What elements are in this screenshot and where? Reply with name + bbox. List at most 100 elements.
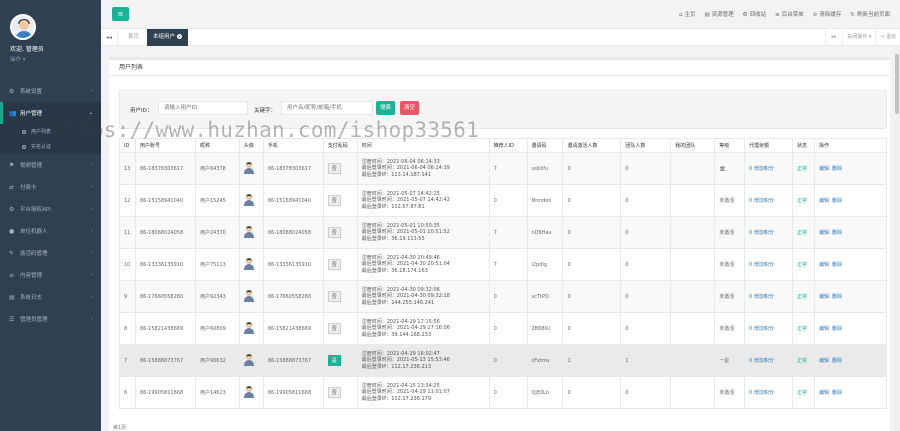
tab-home[interactable]: 首页 (122, 29, 145, 46)
user-avatar-icon[interactable] (243, 289, 254, 302)
user-avatar-icon[interactable] (243, 225, 254, 238)
top-link-4[interactable]: ⊘ 清除缓存 (813, 10, 842, 18)
sidebar-item-4[interactable]: ⚙ 平台授权API ‹ (0, 198, 101, 220)
edit-link[interactable]: 编辑 (819, 166, 829, 172)
top-link-3[interactable]: ≡ 后台菜单 (775, 10, 804, 18)
column-header[interactable]: 我的团队 (670, 138, 716, 153)
column-header[interactable]: 操作 (814, 138, 887, 153)
sidebar-item-label: 付费卡 (20, 185, 37, 191)
logout-button[interactable]: ↪ 退出 (875, 29, 900, 46)
column-header[interactable]: 团队人数 (620, 138, 672, 153)
add-points-link[interactable]: 0 增加积分 (749, 358, 774, 364)
edit-link[interactable]: 编辑 (819, 358, 829, 364)
keyword-input[interactable] (281, 101, 373, 115)
cell-times: 注册时间：2021-04-15 13:34:25 最后登录时间：2021-04-… (356, 376, 490, 409)
profile-menu[interactable]: 操作 ▾ (10, 55, 101, 63)
clear-button[interactable]: 清空 (400, 101, 420, 115)
table-row[interactable]: 13 86-18378303617 用户84378 86-18378303617… (119, 152, 887, 185)
sidebar-item-6[interactable]: ✎ 激活码管理 ‹ (0, 242, 101, 264)
sidebar-subitem-0[interactable]: 用户列表 (0, 124, 101, 139)
user-avatar-icon[interactable] (243, 321, 254, 334)
edit-link[interactable]: 编辑 (819, 326, 829, 332)
table-row[interactable]: 9 86-17660558280 用户92343 86-17660558280 … (119, 280, 887, 313)
cell-balance[interactable]: 0 增加积分 (744, 152, 794, 185)
menu-toggle-button[interactable]: ≡ (112, 7, 129, 21)
sidebar-item-0[interactable]: ⚙ 系统设置 ‹ (0, 80, 101, 102)
cell-balance[interactable]: 0 增加积分 (744, 184, 794, 217)
column-header[interactable]: 头像 (238, 138, 264, 153)
delete-link[interactable]: 删除 (832, 358, 842, 364)
sidebar-item-5[interactable]: ● 单位机器人 ‹ (0, 220, 101, 242)
cell-balance[interactable]: 0 增加积分 (744, 280, 794, 313)
column-header[interactable]: 支付乱码 (322, 138, 358, 153)
delete-link[interactable]: 删除 (832, 198, 842, 204)
column-header[interactable]: 代理余额 (744, 138, 794, 153)
delete-link[interactable]: 删除 (832, 166, 842, 172)
add-points-link[interactable]: 0 增加积分 (749, 198, 774, 204)
cell-balance[interactable]: 0 增加积分 (744, 216, 794, 249)
cell-balance[interactable]: 0 增加积分 (744, 312, 794, 345)
table-row[interactable]: 12 86-15158941040 用户15245 86-15158941040… (119, 184, 887, 217)
tab-prev-button[interactable]: ◂◂ (101, 29, 118, 46)
sidebar-item-9[interactable]: ☰ 管理员管理 ‹ (0, 308, 101, 330)
cell-balance[interactable]: 0 增加积分 (744, 248, 794, 281)
sidebar-item-3[interactable]: ⇄ 付费卡 ‹ (0, 176, 101, 198)
top-link-0[interactable]: ⌂ 主页 (679, 10, 696, 18)
edit-link[interactable]: 编辑 (819, 390, 829, 396)
table-row[interactable]: 8 86-15821438669 用户60809 86-15821438669 … (119, 312, 887, 345)
add-points-link[interactable]: 0 增加积分 (749, 262, 774, 268)
add-points-link[interactable]: 0 增加积分 (749, 166, 774, 172)
user-avatar-icon[interactable] (243, 385, 254, 398)
cell-level: 未激活 (714, 248, 746, 281)
column-header[interactable]: 时间 (356, 138, 490, 153)
cell-balance[interactable]: 0 增加积分 (744, 344, 794, 377)
cell-balance[interactable]: 0 增加积分 (744, 376, 794, 409)
edit-link[interactable]: 编辑 (819, 230, 829, 236)
table-row[interactable]: 6 86-19905811668 用户14623 86-19905811668 … (119, 376, 887, 409)
tab-next-button[interactable]: ▸▸ (825, 29, 842, 46)
top-link-2[interactable]: ♻ 回收站 (743, 10, 766, 18)
sidebar-subitem-1[interactable]: 实名认证 (0, 139, 101, 154)
sidebar-item-2[interactable]: ⚑ 视频管理 ‹ (0, 154, 101, 176)
avatar[interactable] (10, 14, 36, 40)
scrollbar[interactable] (894, 46, 900, 431)
column-header[interactable]: 邀请激活人数 (562, 138, 622, 153)
column-header[interactable]: 用户账号 (134, 138, 196, 153)
uid-input[interactable] (158, 101, 248, 115)
search-button[interactable]: 搜索 (376, 101, 396, 115)
delete-link[interactable]: 删除 (832, 326, 842, 332)
sidebar-item-7[interactable]: ≡ 内容管理 ‹ (0, 264, 101, 286)
column-header[interactable]: 手机 (262, 138, 324, 153)
top-link-1[interactable]: ▤ 资源管理 (704, 10, 733, 18)
column-header[interactable]: 等级 (714, 138, 746, 153)
column-header[interactable]: 邀请码 (526, 138, 564, 153)
column-header[interactable]: ID (119, 138, 136, 153)
close-operations-dropdown[interactable]: 关闭操作 ▾ (842, 29, 875, 46)
top-link-5[interactable]: ↻ 刷新当前页面 (850, 10, 890, 18)
table-row[interactable]: 10 86-13336135910 用户75113 86-13336135910… (119, 248, 887, 281)
sidebar-item-1[interactable]: 👥 用户管理 ⌄ (0, 102, 101, 124)
table-row[interactable]: 7 86-15888873767 用户90632 86-15888873767 … (119, 344, 887, 377)
delete-link[interactable]: 删除 (832, 262, 842, 268)
sidebar-item-8[interactable]: ▤ 系统日志 ‹ (0, 286, 101, 308)
add-points-link[interactable]: 0 增加积分 (749, 294, 774, 300)
edit-link[interactable]: 编辑 (819, 262, 829, 268)
table-row[interactable]: 11 86-18068024058 用户24370 86-18068024058… (119, 216, 887, 249)
user-avatar-icon[interactable] (243, 161, 254, 174)
add-points-link[interactable]: 0 增加积分 (749, 326, 774, 332)
user-avatar-icon[interactable] (243, 353, 254, 366)
delete-link[interactable]: 删除 (832, 230, 842, 236)
user-avatar-icon[interactable] (243, 193, 254, 206)
column-header[interactable]: 推荐人ID (488, 138, 528, 153)
edit-link[interactable]: 编辑 (819, 294, 829, 300)
tab-active[interactable]: 本组用户 × (147, 29, 189, 46)
user-avatar-icon[interactable] (243, 257, 254, 270)
column-header[interactable]: 昵称 (194, 138, 240, 153)
delete-link[interactable]: 删除 (832, 390, 842, 396)
close-icon[interactable]: × (177, 34, 183, 39)
column-header[interactable]: 状态 (792, 138, 816, 153)
delete-link[interactable]: 删除 (832, 294, 842, 300)
edit-link[interactable]: 编辑 (819, 198, 829, 204)
add-points-link[interactable]: 0 增加积分 (749, 390, 774, 396)
add-points-link[interactable]: 0 增加积分 (749, 230, 774, 236)
